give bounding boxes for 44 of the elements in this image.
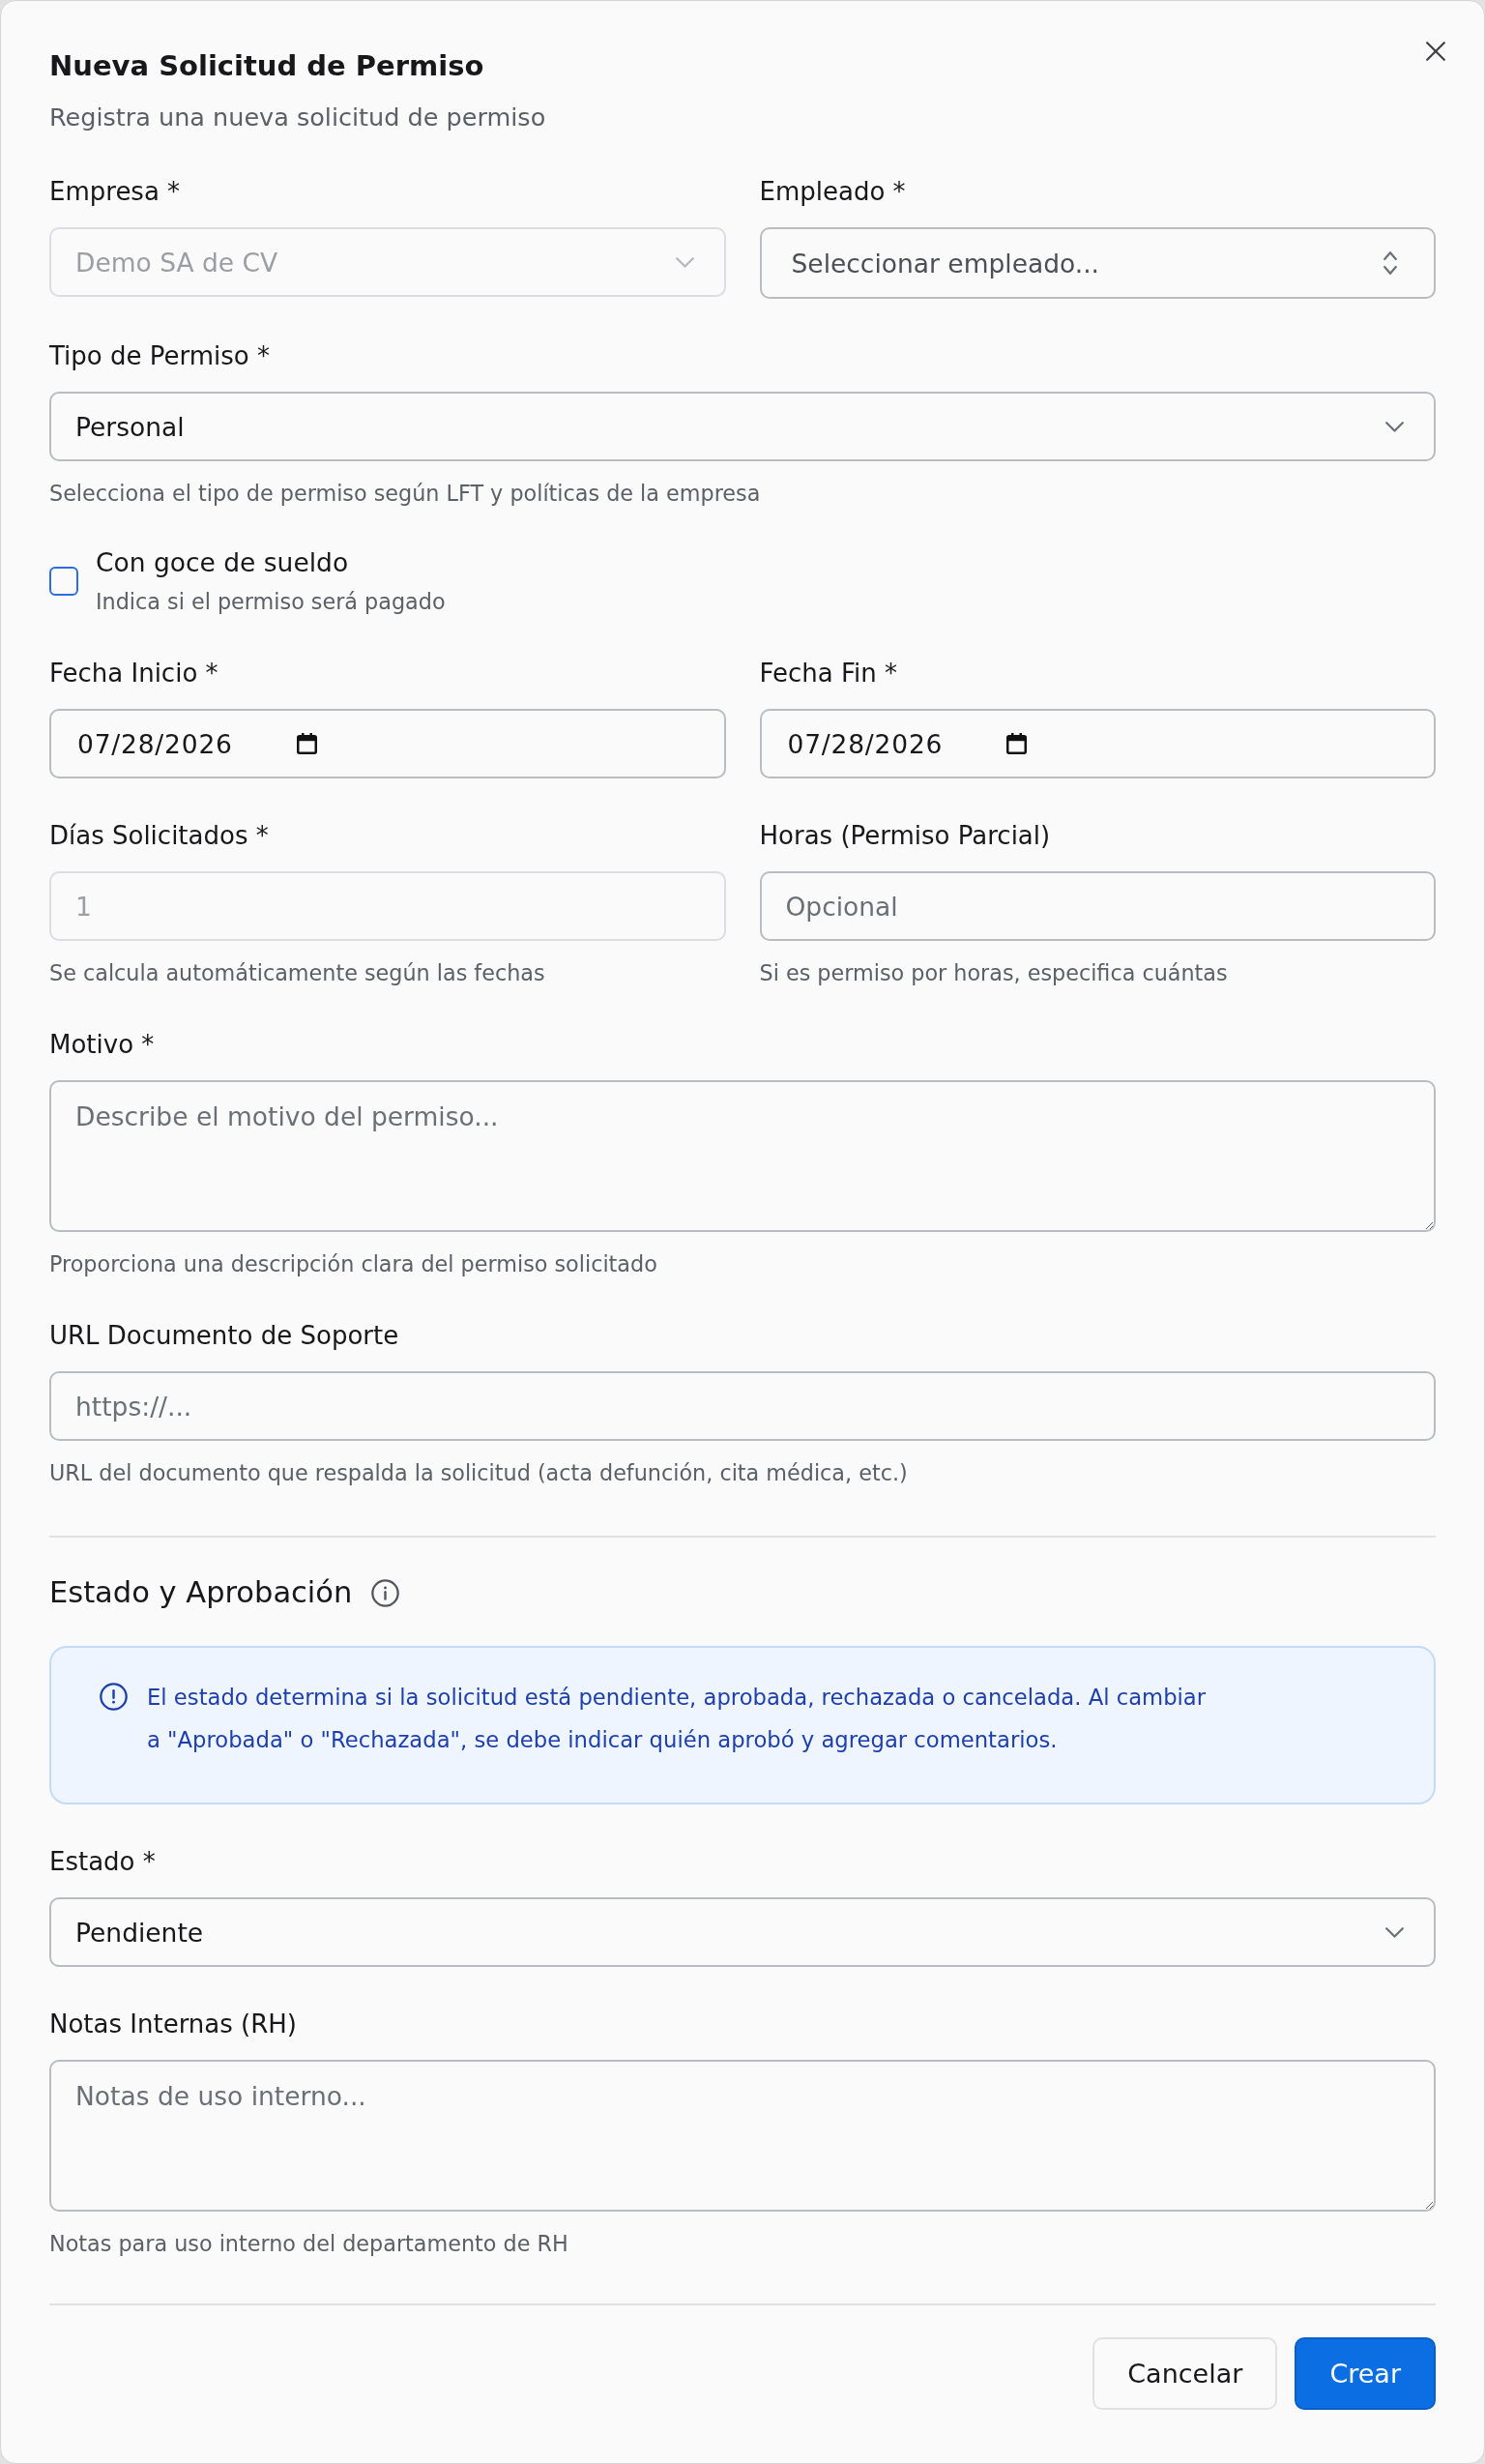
chevron-down-icon (675, 256, 694, 268)
checkbox[interactable] (49, 567, 78, 596)
chevron-down-icon (1385, 421, 1404, 432)
dialog-subtitle: Registra una nueva solicitud de permiso (49, 102, 546, 133)
alert-text: El estado determina si la solicitud está pendiente, aprobada, rechazada o cancelada. Al cambiar a "Aprobada" o "Rechazada", se debe indicar quién aprobó y agregar comentarios. (147, 1684, 1208, 1754)
field-label: Empresa * (49, 176, 181, 208)
helper-text: URL del documento que respalda la solicitud (acta defunción, cita médica, etc.) (49, 1459, 908, 1487)
helper-text: Se calcula automáticamente según las fechas (49, 959, 545, 987)
field-label: Tipo de Permiso * (49, 340, 270, 372)
section-heading: Estado y Aprobación (49, 1574, 353, 1611)
field-label: Días Solicitados * (49, 820, 269, 852)
field-label: Horas (Permiso Parcial) (759, 820, 1051, 852)
checkbox-description: Indica si el permiso será pagado (96, 588, 446, 616)
helper-text: Selecciona el tipo de permiso según LFT y políticas de la empresa (49, 480, 761, 508)
field-label: Fecha Fin * (759, 658, 898, 689)
input-field[interactable]: https://... (49, 1371, 1436, 1441)
field-label: URL Documento de Soporte (49, 1320, 399, 1352)
field-label: Estado * (49, 1846, 156, 1878)
select-field[interactable]: Pendiente (49, 1897, 1436, 1967)
input-field[interactable]: Opcional (759, 871, 1436, 941)
helper-text: Proporciona una descripción clara del permiso solicitado (49, 1250, 657, 1278)
calendar-icon[interactable] (1006, 733, 1028, 754)
checkbox-label: Con goce de sueldo (96, 546, 349, 579)
info-icon (371, 1578, 400, 1607)
chevron-down-icon (1385, 1926, 1404, 1938)
dialog-title: Nueva Solicitud de Permiso (49, 48, 484, 84)
field-label: Motivo * (49, 1029, 155, 1061)
select-field[interactable]: Personal (49, 392, 1436, 461)
combobox-field[interactable]: Seleccionar empleado... (759, 227, 1436, 299)
primary-button[interactable]: Crear (1295, 2337, 1436, 2410)
helper-text: Si es permiso por horas, especifica cuántas (759, 959, 1228, 987)
text-area-field[interactable]: Describe el motivo del permiso... (49, 1080, 1436, 1232)
up-down-chevron-icon (1383, 251, 1397, 275)
close-icon (1426, 42, 1445, 61)
date-field[interactable]: 07/28/2026 (49, 709, 726, 778)
exclamation-circle-icon (100, 1683, 128, 1711)
helper-text: Notas para uso interno del departamento de RH (49, 2230, 568, 2258)
field-label: Empleado * (759, 176, 906, 208)
field-label: Notas Internas (RH) (49, 2009, 297, 2040)
text-area-field[interactable]: Notas de uso interno... (49, 2060, 1436, 2212)
outline-button[interactable]: Cancelar (1092, 2337, 1278, 2410)
calendar-icon[interactable] (296, 733, 317, 754)
field-label: Fecha Inicio * (49, 658, 218, 689)
date-field[interactable]: 07/28/2026 (759, 709, 1436, 778)
